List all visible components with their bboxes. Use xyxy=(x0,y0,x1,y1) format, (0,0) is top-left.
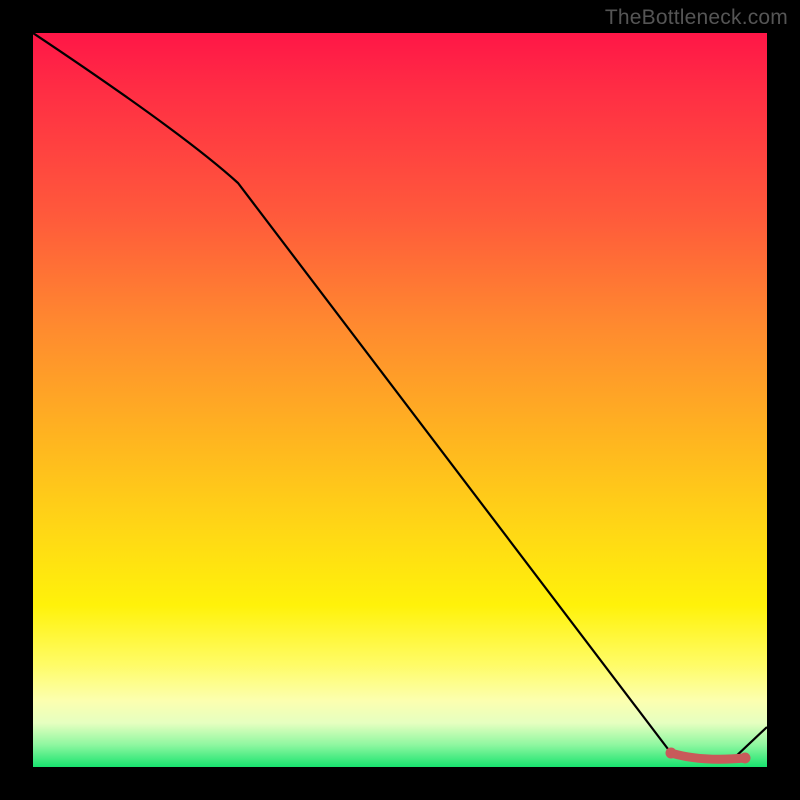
chart-overlay xyxy=(33,33,767,767)
watermark-text: TheBottleneck.com xyxy=(605,6,788,30)
curve-line xyxy=(33,33,767,759)
plot-area xyxy=(33,33,767,767)
flat-marker-band xyxy=(666,748,750,763)
chart-stage: TheBottleneck.com xyxy=(0,0,800,800)
